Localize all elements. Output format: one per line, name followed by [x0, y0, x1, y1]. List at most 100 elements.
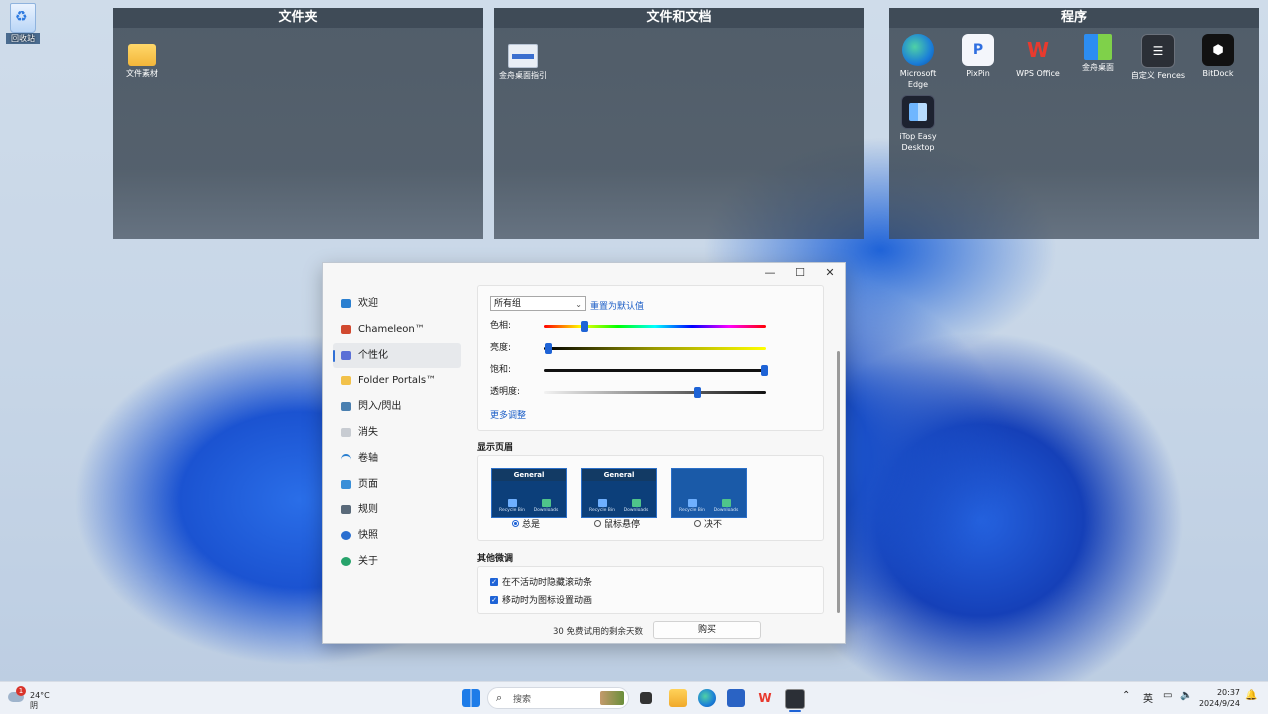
checkbox-hide-scrollbar[interactable]: ✓ 在不活动时隐藏滚动条 [490, 577, 592, 589]
slider-track[interactable] [544, 365, 768, 376]
weather-temp: 24°C [30, 691, 50, 700]
nav-item-about[interactable]: 关于 [333, 549, 461, 575]
downloads-icon [631, 499, 641, 507]
nav-item-personalize[interactable]: 个性化 [333, 342, 461, 369]
fence-folders[interactable]: 文件夹 文件素材 [113, 8, 483, 239]
task-view-icon[interactable] [640, 692, 652, 704]
fence-item[interactable]: 金舟桌面指引 [494, 38, 552, 81]
more-adjustments-link[interactable]: 更多调整 [490, 408, 526, 421]
slider-thumb[interactable] [545, 343, 553, 354]
fence-title[interactable]: 文件夹 [113, 8, 483, 28]
fence-title[interactable]: 程序 [889, 8, 1259, 28]
settings-nav: 欢迎 Chameleon™ 个性化 Folder Portals™ 閃入/閃出 … [333, 291, 461, 575]
reset-defaults-link[interactable]: 重置为默认值 [590, 299, 644, 312]
slider-thumb[interactable] [760, 365, 768, 376]
checkbox-animate-icons[interactable]: ✓ 移动时为图标设置动画 [490, 595, 592, 607]
edge-icon[interactable] [698, 689, 716, 707]
nav-item-welcome[interactable]: 欢迎 [333, 291, 461, 317]
nav-item-folder-portals[interactable]: Folder Portals™ [333, 368, 461, 394]
fences-icon[interactable] [785, 689, 805, 709]
file-explorer-icon[interactable] [669, 689, 687, 707]
input-language[interactable]: 英 [1143, 690, 1153, 705]
radio-hover[interactable]: 鼠标悬停 [594, 520, 640, 531]
fence-item[interactable]: ⬢ BitDock [1189, 34, 1247, 79]
fence-item[interactable]: Microsoft Edge [889, 34, 947, 90]
flash-icon [341, 402, 351, 412]
content-scrollbar[interactable] [837, 351, 840, 613]
slider-label: 透明度: [490, 387, 521, 397]
radio-dot[interactable] [694, 520, 701, 527]
group-select[interactable]: 所有组 ⌄ [490, 296, 586, 311]
recycle-bin-shortcut[interactable]: 回收站 [6, 3, 40, 44]
downloads-icon [721, 499, 731, 507]
checkbox-checked[interactable]: ✓ [490, 577, 498, 586]
slider-track[interactable] [544, 387, 766, 398]
radio-never[interactable]: 决不 [694, 520, 722, 531]
jinzhou-desktop-icon [1084, 34, 1112, 60]
wps-icon[interactable]: W [756, 689, 774, 707]
clock[interactable]: 20:37 2024/9/24 [1196, 687, 1240, 709]
nav-item-vanish[interactable]: 消失 [333, 420, 461, 446]
taskbar-search[interactable]: ⌕ 搜索 [487, 687, 629, 709]
fence-documents[interactable]: 文件和文档 金舟桌面指引 [494, 8, 864, 239]
recycle-bin-icon [10, 3, 36, 33]
nav-item-flash[interactable]: 閃入/閃出 [333, 394, 461, 420]
opacity-slider[interactable]: 透明度: [490, 385, 770, 399]
weather-text: 24°C 阴 [30, 691, 50, 711]
fence-item[interactable]: 金舟桌面 [1069, 34, 1127, 73]
weather-widget[interactable]: 1 24°C 阴 [8, 686, 68, 710]
slider-label: 亮度: [490, 343, 512, 353]
store-icon[interactable] [727, 689, 745, 707]
notification-bell-icon[interactable]: 🔔 [1245, 690, 1257, 701]
header-preview-never[interactable]: Recycle Bin Downloads [671, 468, 747, 518]
nav-item-scroll[interactable]: 卷轴 [333, 446, 461, 472]
fence-title[interactable]: 文件和文档 [494, 8, 864, 28]
pixpin-icon: P [962, 34, 994, 66]
fence-programs[interactable]: 程序 Microsoft Edge P PixPin W WPS Office … [889, 8, 1259, 239]
preview-header-empty [672, 469, 746, 481]
slider-track[interactable] [544, 321, 766, 332]
recycle-bin-icon [507, 499, 517, 507]
folder-icon [341, 376, 351, 386]
header-preview-always[interactable]: General Recycle Bin Downloads [491, 468, 567, 518]
fence-item[interactable]: iTop Easy Desktop [889, 95, 947, 153]
taskbar: 1 24°C 阴 ⌕ 搜索 W ⌃ 英 ▭ 🔈 20:37 2024/9/24 … [0, 681, 1268, 714]
rules-icon [341, 505, 351, 515]
start-windows-icon[interactable] [462, 689, 480, 707]
nav-item-snapshot[interactable]: 快照 [333, 523, 461, 549]
scroll-icon [341, 453, 351, 465]
preview-header: General [492, 469, 566, 481]
search-highlight-icon [600, 691, 624, 705]
header-preview-hover[interactable]: General Recycle Bin Downloads [581, 468, 657, 518]
fence-item[interactable]: W WPS Office [1009, 34, 1067, 79]
fence-item[interactable]: ☰ 自定义 Fences [1129, 34, 1187, 81]
slider-thumb[interactable] [694, 387, 702, 398]
close-button[interactable]: ✕ [815, 263, 845, 283]
section-title-tweaks: 其他微调 [477, 554, 514, 564]
maximize-button[interactable]: ☐ [785, 263, 815, 283]
chameleon-icon [341, 324, 351, 334]
chevron-up-icon[interactable]: ⌃ [1122, 690, 1130, 701]
weather-condition: 阴 [30, 701, 38, 710]
nav-label: 消失 [358, 426, 378, 438]
volume-icon[interactable]: 🔈 [1180, 690, 1192, 701]
radio-dot[interactable] [594, 520, 601, 527]
brightness-slider[interactable]: 亮度: [490, 341, 770, 355]
buy-button[interactable]: 购买 [653, 621, 761, 639]
nav-item-rules[interactable]: 规则 [333, 497, 461, 523]
fences-settings-window: — ☐ ✕ 欢迎 Chameleon™ 个性化 Folder Portals™ … [322, 262, 846, 644]
nav-item-chameleon[interactable]: Chameleon™ [333, 317, 461, 343]
nav-item-pages[interactable]: 页面 [333, 472, 461, 498]
minimize-button[interactable]: — [755, 263, 785, 283]
radio-always[interactable]: 总是 [512, 520, 540, 531]
hue-slider[interactable]: 色相: [490, 319, 770, 333]
fence-item[interactable]: P PixPin [949, 34, 1007, 79]
slider-track[interactable] [544, 343, 766, 354]
network-icon[interactable]: ▭ [1163, 690, 1172, 701]
checkbox-checked[interactable]: ✓ [490, 595, 498, 604]
slider-thumb[interactable] [580, 321, 588, 332]
saturation-slider[interactable]: 饱和: [490, 363, 770, 377]
recycle-bin-icon [687, 499, 697, 507]
fence-item[interactable]: 文件素材 [113, 38, 171, 79]
radio-dot[interactable] [512, 520, 519, 527]
